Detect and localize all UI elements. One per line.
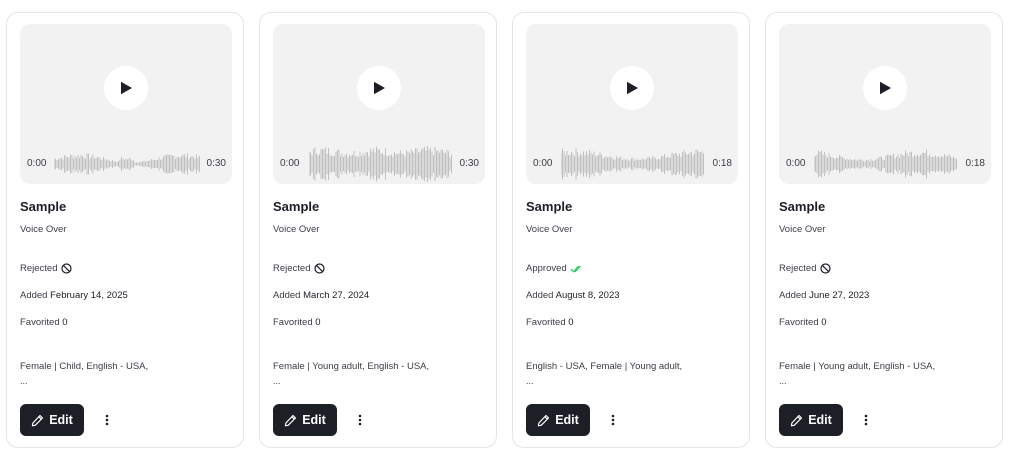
favorited-count: 0: [568, 317, 574, 328]
kebab-menu-icon[interactable]: [858, 411, 874, 429]
play-icon: [119, 81, 133, 95]
added-label: Added: [779, 290, 807, 301]
sample-card: 0:00 0:18 Sample Voice Over Rejected Add…: [765, 12, 1003, 448]
card-subtitle: Voice Over: [273, 224, 320, 235]
sample-card-grid: 0:00 0:30 Sample Voice Over Rejected Add…: [0, 0, 1011, 457]
time-end: 0:30: [459, 158, 479, 169]
edit-button[interactable]: Edit: [20, 404, 84, 436]
time-end: 0:30: [206, 158, 226, 169]
time-start: 0:00: [27, 158, 47, 169]
time-start: 0:00: [533, 158, 553, 169]
play-button[interactable]: [357, 66, 401, 110]
pencil-icon: [31, 414, 44, 427]
favorited-label: Favorited: [273, 317, 313, 328]
added-value: August 8, 2023: [555, 290, 620, 301]
pencil-icon: [790, 414, 803, 427]
added-value: June 27, 2023: [809, 290, 870, 301]
edit-label: Edit: [808, 413, 832, 427]
sample-card: 0:00 0:18 Sample Voice Over Approved Add…: [512, 12, 750, 448]
time-start: 0:00: [786, 158, 806, 169]
tags-more: ...: [526, 376, 534, 386]
tags: Female | Child, English - USA,: [20, 361, 149, 372]
edit-button[interactable]: Edit: [526, 404, 590, 436]
added-label: Added: [273, 290, 301, 301]
sample-card: 0:00 0:30 Sample Voice Over Rejected Add…: [6, 12, 244, 448]
edit-label: Edit: [302, 413, 326, 427]
favorited-label: Favorited: [779, 317, 819, 328]
favorited: Favorited 0: [526, 317, 574, 328]
play-button[interactable]: [104, 66, 148, 110]
tags: English - USA, Female | Young adult,: [526, 361, 683, 372]
play-icon: [878, 81, 892, 95]
status-label: Rejected: [273, 263, 311, 274]
play-button[interactable]: [863, 66, 907, 110]
favorited-label: Favorited: [20, 317, 60, 328]
added-label: Added: [20, 290, 48, 301]
status-label: Approved: [526, 263, 567, 274]
pencil-icon: [284, 414, 297, 427]
time-start: 0:00: [280, 158, 300, 169]
added-date: Added June 27, 2023: [779, 290, 869, 301]
card-subtitle: Voice Over: [526, 224, 573, 235]
audio-player: 0:00 0:30: [273, 24, 485, 184]
sample-card: 0:00 0:30 Sample Voice Over Rejected Add…: [259, 12, 497, 448]
added-value: March 27, 2024: [303, 290, 370, 301]
audio-player: 0:00 0:18: [779, 24, 991, 184]
play-button[interactable]: [610, 66, 654, 110]
waveform[interactable]: [54, 144, 200, 184]
status: Rejected: [20, 263, 72, 274]
status: Rejected: [779, 263, 831, 274]
tags-more: ...: [273, 376, 281, 386]
added-date: Added August 8, 2023: [526, 290, 620, 301]
status-label: Rejected: [779, 263, 817, 274]
kebab-menu-icon[interactable]: [352, 411, 368, 429]
favorited-count: 0: [821, 317, 827, 328]
pencil-icon: [537, 414, 550, 427]
edit-label: Edit: [49, 413, 73, 427]
edit-button[interactable]: Edit: [779, 404, 843, 436]
favorited-count: 0: [315, 317, 321, 328]
added-date: Added February 14, 2025: [20, 290, 128, 301]
edit-button[interactable]: Edit: [273, 404, 337, 436]
waveform[interactable]: [814, 144, 958, 184]
added-label: Added: [526, 290, 554, 301]
waveform[interactable]: [561, 144, 705, 184]
added-date: Added March 27, 2024: [273, 290, 369, 301]
tags-more: ...: [20, 376, 28, 386]
edit-label: Edit: [555, 413, 579, 427]
favorited: Favorited 0: [273, 317, 321, 328]
favorited-label: Favorited: [526, 317, 566, 328]
card-subtitle: Voice Over: [779, 224, 826, 235]
play-icon: [372, 81, 386, 95]
play-icon: [625, 81, 639, 95]
time-end: 0:18: [712, 158, 732, 169]
rejected-icon: [819, 263, 831, 274]
card-title: Sample: [779, 199, 826, 214]
status: Approved: [526, 263, 582, 274]
kebab-menu-icon[interactable]: [99, 411, 115, 429]
audio-player: 0:00 0:18: [526, 24, 738, 184]
card-title: Sample: [526, 199, 573, 214]
waveform[interactable]: [309, 144, 453, 184]
tags: Female | Young adult, English - USA,: [273, 361, 430, 372]
favorited: Favorited 0: [20, 317, 68, 328]
rejected-icon: [313, 263, 325, 274]
added-value: February 14, 2025: [50, 290, 128, 301]
time-end: 0:18: [965, 158, 985, 169]
tags: Female | Young adult, English - USA,: [779, 361, 936, 372]
favorited-count: 0: [62, 317, 68, 328]
tags-more: ...: [779, 376, 787, 386]
rejected-icon: [60, 263, 72, 274]
card-subtitle: Voice Over: [20, 224, 67, 235]
audio-player: 0:00 0:30: [20, 24, 232, 184]
card-title: Sample: [20, 199, 67, 214]
approved-check-icon: [570, 264, 582, 274]
favorited: Favorited 0: [779, 317, 827, 328]
kebab-menu-icon[interactable]: [605, 411, 621, 429]
status: Rejected: [273, 263, 325, 274]
card-title: Sample: [273, 199, 320, 214]
status-label: Rejected: [20, 263, 58, 274]
